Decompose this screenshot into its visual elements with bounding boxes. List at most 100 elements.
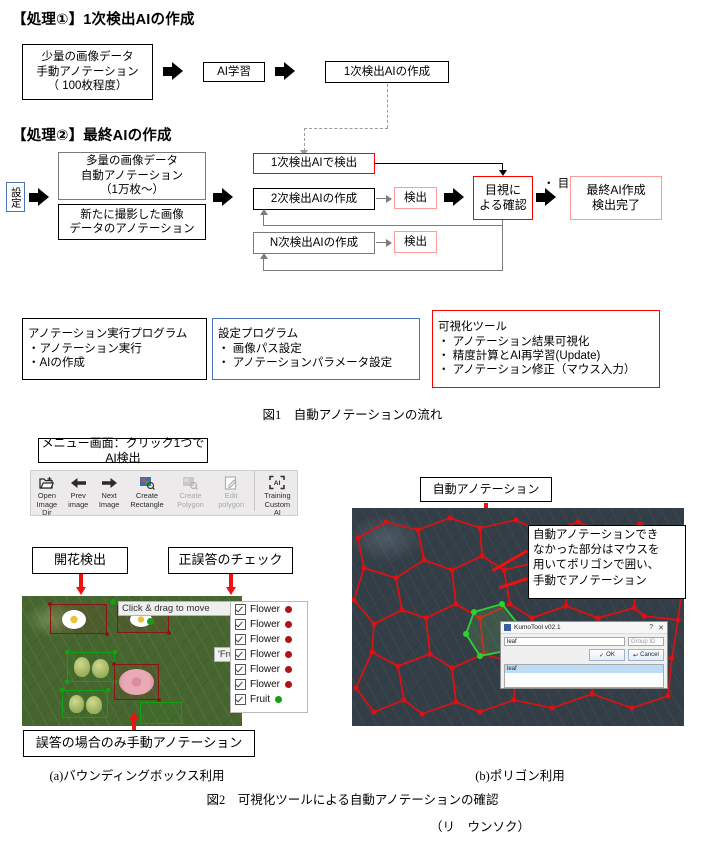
ok-button[interactable]: ✓ OK [589, 649, 625, 661]
toolbar-label-line: Dir [42, 508, 52, 518]
feedback-loop-n-vertical [263, 258, 265, 271]
list-item-label: Flower [250, 634, 281, 645]
box-ai-learning: AI学習 [203, 62, 265, 82]
close-icon[interactable]: ✕ [658, 624, 664, 632]
program-box-setting-item-0: ・ 画像パス設定 [218, 342, 302, 355]
figure2b-caption: (b)ポリゴン利用 [475, 769, 565, 783]
group-id-input[interactable]: Group ID [628, 637, 664, 646]
label-input[interactable]: leaf [504, 637, 625, 646]
arrow-to-ai-learning [163, 62, 184, 81]
author-credit: （リ ウンソク） [430, 820, 531, 834]
feedback-loop-n-horizontal [263, 270, 503, 272]
program-box-visualization-item-1: ・ 精度計算とAI再学習(Update) [438, 350, 601, 362]
list-item-label: Flower [250, 664, 281, 675]
box-create-primary-ai-label: 1次検出AIの作成 [343, 65, 431, 78]
dashed-connector-horizontal [304, 128, 388, 129]
section2-heading: 【処理②】最終AIの作成 [12, 128, 172, 144]
program-box-setting: 設定プログラム ・ 画像パス設定 ・ アノテーションパラメータ設定 [212, 318, 420, 380]
box-mass-image-data-line2: 自動アノテーション [80, 169, 184, 182]
label-suggestion-list[interactable]: leaf [504, 664, 664, 688]
label-menu-screen-text: メニュー画面：クリック1つでAI検出 [41, 435, 205, 465]
list-item[interactable]: Flower [231, 677, 307, 692]
label-list-panel[interactable]: Flower Flower Flower Flower Flower Flowe… [230, 601, 308, 713]
tooltip-click-drag: Click & drag to move [118, 601, 238, 616]
connector-n-to-detect-head [386, 239, 392, 247]
bounding-box-fruit-3[interactable] [140, 702, 182, 724]
box-mass-image-data-line3: （1万枚～） [100, 184, 164, 197]
checkbox-flower[interactable] [235, 679, 246, 690]
path-primary-detect-right [375, 163, 503, 165]
list-item[interactable]: Flower [231, 632, 307, 647]
box-create-n-ai: N次検出AIの作成 [253, 232, 375, 254]
toolbar-label-line: AI [273, 508, 281, 518]
box-create-2nd-ai: 2次検出AIの作成 [253, 188, 375, 210]
label-bloom-detection-text: 開花検出 [53, 552, 106, 568]
figure1-caption: 図1 自動アノテーションの流れ [262, 408, 443, 422]
toolbar-button-training-custom-ai[interactable]: AI Training Custom AI [258, 471, 297, 518]
checkbox-flower[interactable] [235, 604, 246, 615]
toolbar-separator [253, 471, 255, 511]
kumotool-dialog[interactable]: KumoTool v02.1 ? ✕ leaf Group ID ✓ OK ↩ … [500, 621, 668, 689]
feedback-loop-2nd-vertical [263, 214, 265, 226]
checkbox-flower[interactable] [235, 649, 246, 660]
toolbar-button-open-image-dir[interactable]: Open Image Dir [31, 471, 63, 518]
arrow-visual-to-final [536, 188, 557, 207]
list-item[interactable]: Fruit [231, 692, 307, 707]
box-mass-image-data-line1: 多量の画像データ [86, 155, 178, 168]
checkbox-flower[interactable] [235, 634, 246, 645]
dialog-title: KumoTool v02.1 [514, 624, 561, 631]
box-setting-label: 設定 [9, 186, 22, 208]
toolbar-label-line: image [68, 499, 89, 509]
red-arrow-bloom [75, 574, 87, 596]
box-small-image-data-line1: 少量の画像データ [41, 51, 134, 64]
list-item[interactable]: Flower [231, 662, 307, 677]
connector-2nd-to-detect-head [386, 195, 392, 203]
box-detect-n-label: 検出 [404, 235, 427, 248]
edit-polygon-icon [224, 474, 238, 491]
box-visual-confirm: 目視に よる確認 [473, 176, 533, 220]
program-box-setting-item-1: ・ アノテーションパラメータ設定 [218, 357, 393, 370]
box-new-image-data-line1: 新たに撮影した画像 [80, 208, 184, 221]
box-create-primary-ai: 1次検出AIの作成 [325, 61, 449, 83]
toolbar-button-create-rectangle[interactable]: Create Rectangle [125, 471, 170, 509]
toolbar-label-line: Image [98, 499, 120, 509]
toolbar-button-prev-image[interactable]: Prev image [63, 471, 94, 509]
arrow-setting-to-data [29, 188, 50, 207]
app-icon [504, 624, 511, 631]
box-detect-by-primary-ai-label: 1次検出AIで検出 [270, 157, 358, 170]
box-detect-n: 検出 [394, 231, 437, 253]
toolbar-button-create-polygon[interactable]: Create Polygon [169, 471, 211, 509]
vertex-handle[interactable] [110, 599, 116, 605]
cancel-button-label: Cancel [640, 652, 659, 658]
arrow-data-to-2nd-ai [213, 188, 234, 207]
undo-icon: ↩ [633, 652, 639, 659]
box-small-image-data-line2: 手動アノテーション [36, 65, 139, 78]
label-manual-annotation: 誤答の場合のみ手動アノテーション [23, 730, 255, 757]
vertex-handle[interactable] [147, 618, 154, 625]
callout-line-0: 自動アノテーションでき [533, 529, 659, 541]
fruit-green-2 [92, 659, 109, 678]
list-item[interactable]: Flower [231, 647, 307, 662]
cancel-button[interactable]: ↩ Cancel [628, 649, 664, 661]
box-visual-confirm-line2: よる確認 [479, 198, 527, 212]
color-dot [285, 636, 293, 643]
dashed-connector-vertical-2 [304, 128, 305, 151]
program-box-annotation-title: アノテーション実行プログラム [28, 328, 188, 341]
checkbox-fruit[interactable] [235, 694, 246, 705]
label-menu-screen: メニュー画面：クリック1つでAI検出 [38, 435, 208, 465]
checkbox-flower[interactable] [235, 664, 246, 675]
callout-line-2: 用いてポリゴンで囲い、 [533, 559, 660, 572]
toolbar-button-edit-polygon[interactable]: Edit polygon [212, 471, 251, 509]
arrow-detect-to-visual [444, 188, 465, 207]
list-item[interactable]: leaf [505, 665, 663, 673]
toolbar-label-line: polygon [218, 499, 245, 509]
list-item-label: Flower [250, 619, 281, 630]
list-item-label: Flower [250, 604, 281, 615]
list-item[interactable]: Flower [231, 617, 307, 632]
checkbox-flower[interactable] [235, 619, 246, 630]
list-item[interactable]: Flower [231, 602, 307, 617]
toolbar-button-next-image[interactable]: Next Image [94, 471, 125, 509]
path-primary-detect-head [499, 170, 507, 176]
label-answer-check: 正誤答のチェック [168, 547, 293, 574]
help-button[interactable]: ? [649, 624, 653, 632]
